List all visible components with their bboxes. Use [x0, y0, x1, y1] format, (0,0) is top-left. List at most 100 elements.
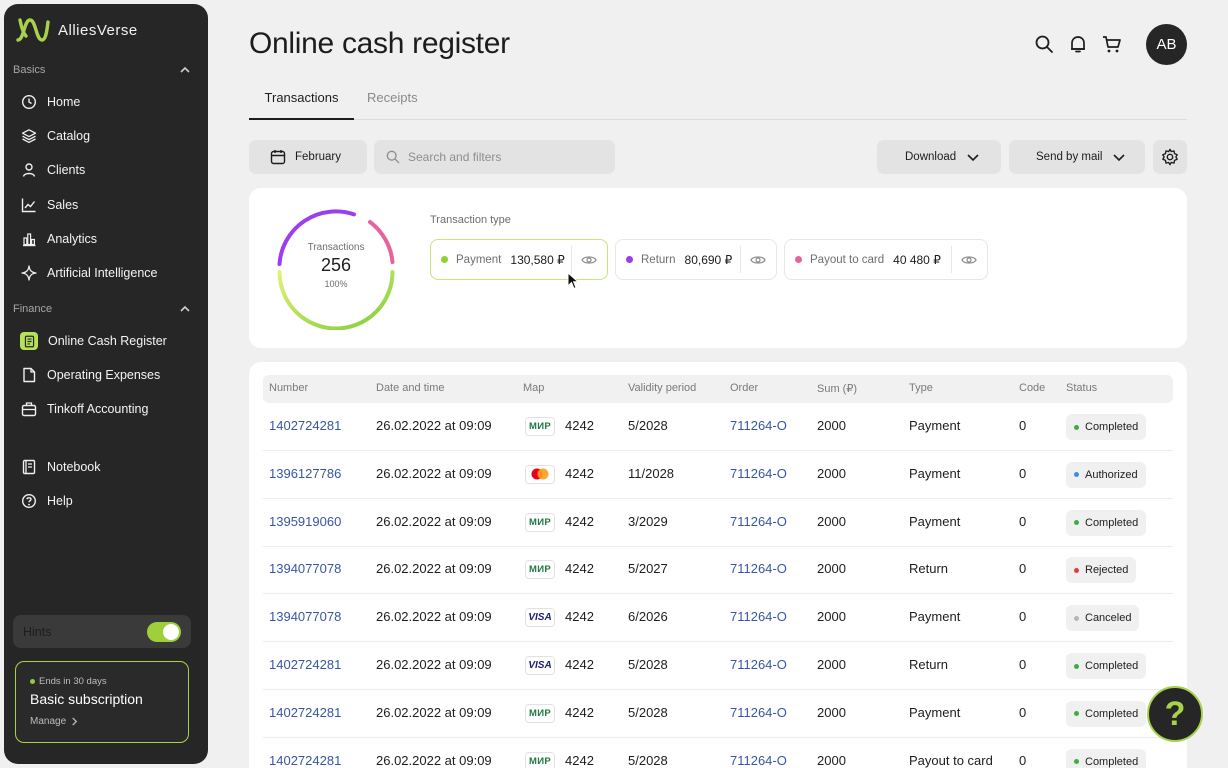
clock-icon [21, 94, 37, 110]
order-link[interactable]: 711264-O [730, 418, 787, 433]
sidebar-item-tinkoff-accounting[interactable]: Tinkoff Accounting [13, 394, 193, 424]
chip-return[interactable]: Return 80,690 ₽ [615, 239, 777, 280]
subscription-manage-link[interactable]: Manage [30, 716, 174, 727]
document-icon [21, 367, 37, 383]
eye-icon[interactable] [581, 252, 597, 268]
sidebar-item-artificial-intelligence[interactable]: Artificial Intelligence [13, 258, 193, 288]
settings-button[interactable] [1153, 140, 1187, 174]
sidebar-item-home[interactable]: Home [13, 87, 193, 117]
column-header[interactable]: Code [1019, 382, 1045, 394]
order-link[interactable]: 711264-O [730, 561, 787, 576]
card-brand-logo: VISA [525, 656, 555, 675]
transaction-number-link[interactable]: 1395919060 [269, 514, 341, 529]
validity-period: 5/2028 [628, 704, 668, 720]
section-finance-label: Finance [13, 303, 53, 315]
transaction-type: Payment [909, 513, 961, 529]
search-input[interactable] [408, 150, 598, 164]
notebook-icon [21, 459, 37, 475]
layers-icon [21, 128, 37, 144]
transaction-sum: 2000 [817, 465, 846, 481]
order-link[interactable]: 711264-O [730, 514, 787, 529]
transaction-type: Payment [909, 418, 961, 433]
sidebar-item-operating-expenses[interactable]: Operating Expenses [13, 360, 193, 390]
status-badge: Canceled [1066, 605, 1140, 632]
status-badge: Completed [1066, 414, 1147, 440]
column-header[interactable]: Order [730, 382, 758, 394]
section-basics[interactable]: Basics [13, 62, 191, 78]
column-header[interactable]: Validity period [628, 382, 696, 394]
column-header[interactable]: Number [269, 382, 308, 394]
wave-logo-icon [16, 18, 50, 42]
send-by-mail-button[interactable]: Send by mail [1009, 140, 1145, 174]
mir-logo-icon: МИР [529, 707, 551, 719]
sidebar-item-notebook[interactable]: Notebook [13, 452, 193, 482]
download-button[interactable]: Download [877, 140, 1001, 174]
validity-period: 5/2028 [628, 657, 668, 672]
ring-percent: 100% [324, 279, 348, 289]
subscription-ends: Ends in 30 days [39, 676, 107, 687]
transaction-number-link[interactable]: 1394077078 [269, 609, 341, 624]
mir-logo-icon: МИР [529, 564, 551, 576]
tab-receipts[interactable]: Receipts [367, 90, 418, 119]
transaction-code: 0 [1019, 609, 1027, 625]
sidebar-item-label: Notebook [47, 460, 101, 474]
column-header[interactable]: Date and time [376, 382, 444, 394]
search-bar [374, 140, 615, 174]
transaction-code: 0 [1019, 513, 1027, 529]
cart-icon[interactable] [1102, 34, 1122, 54]
tab-transactions[interactable]: Transactions [249, 90, 354, 120]
search-icon[interactable] [1034, 34, 1054, 54]
column-header[interactable]: Sum (₽) [817, 382, 857, 395]
section-finance[interactable]: Finance [13, 301, 191, 317]
sidebar-item-clients[interactable]: Clients [13, 155, 193, 185]
sidebar-item-label: Online Cash Register [48, 334, 167, 348]
transaction-number-link[interactable]: 1394077078 [269, 561, 341, 576]
column-header[interactable]: Map [523, 382, 544, 394]
transaction-date: 26.02.2022 at 09:09 [376, 657, 492, 672]
order-link[interactable]: 711264-O [730, 609, 787, 624]
order-link[interactable]: 711264-O [730, 705, 787, 720]
transaction-type: Return [909, 561, 949, 577]
transaction-number-link[interactable]: 1402724281 [269, 705, 341, 720]
card-digits: 4242 [565, 657, 594, 672]
help-fab-button[interactable]: ? [1147, 686, 1203, 742]
transaction-date: 26.02.2022 at 09:09 [376, 704, 492, 720]
sidebar-item-catalog[interactable]: Catalog [13, 121, 193, 151]
column-header[interactable]: Status [1066, 382, 1097, 394]
eye-icon[interactable] [750, 252, 766, 268]
eye-icon[interactable] [961, 252, 977, 268]
card-digits: 4242 [565, 561, 594, 577]
avatar[interactable]: AB [1146, 24, 1187, 65]
transaction-number-link[interactable]: 1402724281 [269, 657, 341, 672]
transaction-type: Payment [909, 609, 961, 625]
legend-dot [441, 256, 448, 263]
status-dot-icon [1074, 663, 1079, 669]
sidebar-item-analytics[interactable]: Analytics [13, 224, 193, 254]
transaction-number-link[interactable]: 1402724281 [269, 418, 341, 433]
bell-icon[interactable] [1068, 34, 1088, 54]
transaction-date: 26.02.2022 at 09:09 [376, 752, 492, 768]
sidebar-item-sales[interactable]: Sales [13, 190, 193, 220]
transaction-number-link[interactable]: 1396127786 [269, 466, 341, 481]
app-logo[interactable]: AlliesVerse [16, 16, 138, 44]
order-link[interactable]: 711264-O [730, 657, 787, 672]
transaction-code: 0 [1019, 657, 1027, 672]
sidebar-item-online-cash-register[interactable]: Online Cash Register [13, 326, 193, 356]
transaction-number-link[interactable]: 1402724281 [269, 753, 341, 768]
tabs: Transactions Receipts [249, 90, 1187, 120]
transaction-date: 26.02.2022 at 09:09 [376, 465, 492, 481]
chip-payout-to-card[interactable]: Payout to card 40 480 ₽ [784, 239, 988, 280]
hints-toggle[interactable] [147, 621, 181, 642]
chip-payment[interactable]: Payment 130,580 ₽ [430, 239, 608, 280]
chart-line-icon [21, 197, 37, 213]
legend-dot [795, 256, 802, 263]
transaction-sum: 2000 [817, 418, 846, 433]
status-dot-icon [1074, 520, 1079, 526]
card-brand-logo: МИР [525, 560, 555, 580]
order-link[interactable]: 711264-O [730, 466, 787, 481]
sidebar-item-help[interactable]: Help [13, 486, 193, 516]
transaction-sum: 2000 [817, 752, 846, 768]
period-button[interactable]: February [249, 140, 367, 174]
order-link[interactable]: 711264-O [730, 753, 787, 768]
column-header[interactable]: Type [909, 382, 933, 394]
